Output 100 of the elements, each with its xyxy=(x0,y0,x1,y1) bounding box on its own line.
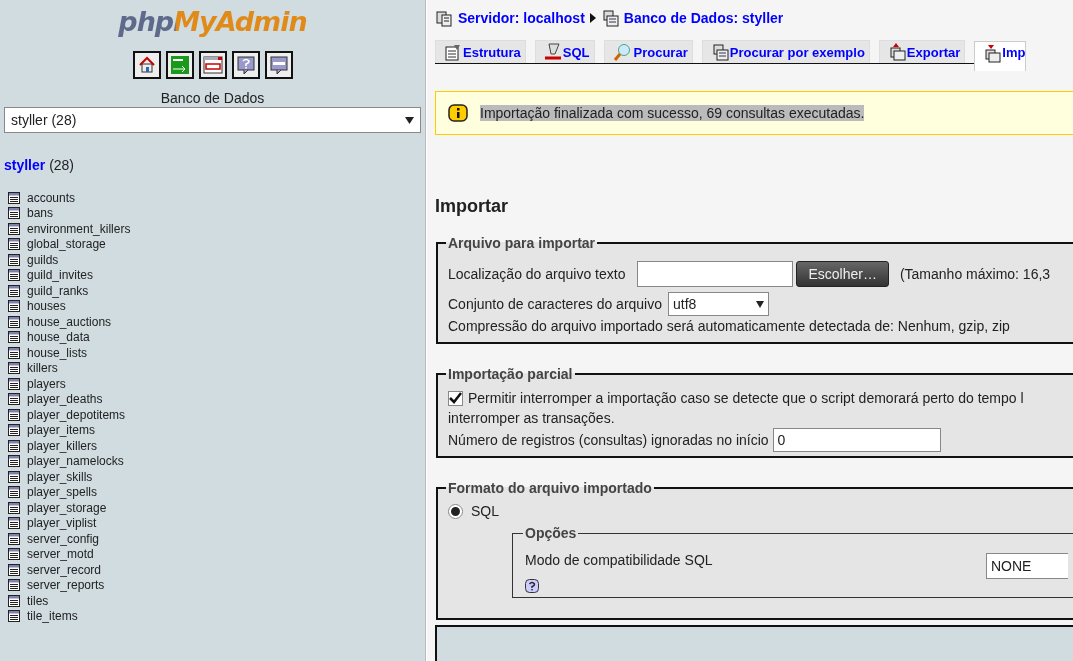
field-label: Localização do arquivo texto xyxy=(448,266,626,282)
table-icon xyxy=(8,532,20,545)
table-link[interactable]: house_data xyxy=(27,330,90,345)
database-select[interactable]: styller (28) xyxy=(4,107,421,133)
table-icon xyxy=(8,579,20,592)
table-link[interactable]: guild_invites xyxy=(27,268,94,283)
table-link[interactable]: player_spells xyxy=(27,485,98,500)
table-link[interactable]: house_auctions xyxy=(27,314,112,329)
panel-legend: Formato do arquivo importado xyxy=(446,480,654,496)
table-link[interactable]: server_record xyxy=(27,562,102,577)
field-label: Número de registros (consultas) ignoradas no início xyxy=(448,432,769,448)
speech-bubble-button[interactable] xyxy=(264,51,293,79)
table-icon xyxy=(8,207,20,220)
help-button[interactable] xyxy=(231,51,260,79)
window-icon xyxy=(202,55,223,75)
table-icon xyxy=(8,424,20,437)
table-icon xyxy=(8,331,20,344)
table-icon xyxy=(8,253,20,266)
table-icon xyxy=(8,362,20,375)
table-link[interactable]: server_reports xyxy=(27,578,105,593)
table-link[interactable]: killers xyxy=(27,361,58,376)
table-link[interactable]: player_depotitems xyxy=(27,407,126,422)
breadcrumb-link[interactable]: Banco de Dados: styller xyxy=(623,10,784,26)
table-icon xyxy=(8,408,20,421)
exit-button[interactable] xyxy=(165,51,194,79)
field-label: Modo de compatibilidade SQL xyxy=(525,552,713,568)
table-link[interactable]: player_namelocks xyxy=(27,454,124,469)
table-link[interactable]: tiles xyxy=(27,593,49,608)
table-icon xyxy=(8,470,20,483)
table-link[interactable]: server_config xyxy=(27,531,100,546)
checkbox-label: Permitir interromper a importação caso se detecte que o script demorará perto do tempo l xyxy=(468,390,1024,406)
table-link[interactable]: player_killers xyxy=(27,438,98,453)
table-icon xyxy=(8,315,20,328)
table-link[interactable]: server_motd xyxy=(27,547,94,562)
table-icon xyxy=(8,238,20,251)
message-text: Importação finalizada com sucesso, 69 consultas executadas. xyxy=(480,105,865,121)
table-icon xyxy=(8,346,20,359)
file-path-field[interactable] xyxy=(637,261,794,287)
table-link[interactable]: houses xyxy=(27,299,66,314)
table-link[interactable]: accounts xyxy=(27,190,76,205)
current-database-link[interactable]: styller (28) xyxy=(4,157,421,173)
document-icon xyxy=(444,43,462,61)
tab[interactable]: Procurar por exemplo xyxy=(701,40,870,63)
window-button[interactable] xyxy=(198,51,227,79)
table-icon xyxy=(8,284,20,297)
table-icon xyxy=(8,300,20,313)
dropdown-arrow-icon xyxy=(756,300,765,308)
table-link[interactable]: environment_killers xyxy=(27,221,131,236)
table-link[interactable]: guild_ranks xyxy=(27,283,89,298)
separator-arrow-icon xyxy=(589,13,596,23)
field-label: Conjunto de caracteres do arquivo xyxy=(448,296,663,312)
table-icon xyxy=(8,191,20,204)
database-icon xyxy=(600,9,619,27)
panel-legend: Importação parcial xyxy=(446,366,575,382)
table-link[interactable]: guilds xyxy=(27,252,59,267)
format-radio[interactable] xyxy=(448,503,463,519)
panel-legend: Opções xyxy=(523,525,579,541)
tab[interactable]: Procurar xyxy=(603,40,693,63)
page-heading: Importar xyxy=(435,196,509,217)
table-icon xyxy=(8,486,20,499)
dropdown-arrow-icon xyxy=(405,116,414,124)
database-label: Banco de Dados xyxy=(159,90,266,106)
table-icon xyxy=(8,610,20,623)
interrupt-checkbox[interactable] xyxy=(448,390,463,406)
table-link[interactable]: player_deaths xyxy=(27,392,103,407)
home-button[interactable] xyxy=(132,51,161,79)
compatibility-select[interactable]: NONE xyxy=(986,553,1068,579)
table-icon xyxy=(8,563,20,576)
table-icon xyxy=(8,594,20,607)
breadcrumb-link[interactable]: Servidor: localhost xyxy=(458,10,585,26)
table-link[interactable]: player_viplist xyxy=(27,516,97,531)
help-icon xyxy=(235,55,256,75)
table-icon xyxy=(8,501,20,514)
help-icon[interactable] xyxy=(525,579,539,593)
choose-file-button[interactable]: Escolher… xyxy=(796,261,889,287)
table-link[interactable]: player_storage xyxy=(27,500,107,515)
charset-select[interactable]: utf8 xyxy=(668,292,770,316)
tab[interactable]: Estrutura xyxy=(435,40,526,63)
info-icon xyxy=(448,103,468,123)
table-icon xyxy=(8,393,20,406)
table-icon xyxy=(8,222,20,235)
table-icon xyxy=(8,439,20,452)
magnifier-icon xyxy=(612,43,633,61)
table-link[interactable]: bans xyxy=(27,206,54,221)
radio-label: SQL xyxy=(471,503,499,519)
tab[interactable]: Exportar xyxy=(878,40,966,63)
table-icon xyxy=(8,517,20,530)
export-icon xyxy=(887,43,906,61)
table-link[interactable]: house_lists xyxy=(27,345,88,360)
table-link[interactable]: player_skills xyxy=(27,469,93,484)
table-link[interactable]: tile_items xyxy=(27,609,78,624)
tab[interactable]: SQL xyxy=(534,40,595,63)
skip-count-field[interactable]: 0 xyxy=(772,428,941,452)
max-size-text: (Tamanho máximo: 16,3 xyxy=(899,266,1051,282)
tab[interactable]: Imp xyxy=(974,41,1027,71)
table-link[interactable]: player_items xyxy=(27,423,96,438)
speech-bubble-icon xyxy=(268,55,289,75)
compression-note: Compressão do arquivo importado será automaticamente detectada de: Nenhum, gzip, zip xyxy=(448,318,1010,334)
table-link[interactable]: global_storage xyxy=(27,237,106,252)
table-link[interactable]: players xyxy=(27,376,66,391)
